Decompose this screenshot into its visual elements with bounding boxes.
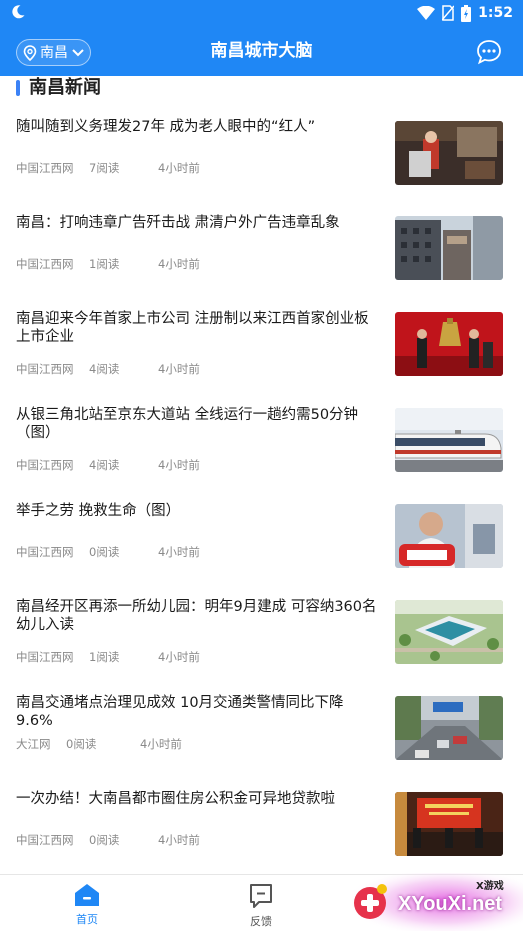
watermark-text: XYouXi.net	[398, 893, 503, 915]
section-title: 南昌新闻	[29, 77, 101, 98]
news-reads: 1阅读	[89, 257, 120, 271]
news-source: 中国江西网	[16, 161, 74, 175]
news-reads: 4阅读	[89, 458, 120, 472]
news-time: 4小时前	[158, 545, 200, 559]
news-title: 南昌：打响违章广告歼击战 肃清户外广告违章乱象	[16, 215, 340, 231]
news-source: 中国江西网	[16, 458, 74, 472]
news-time: 4小时前	[158, 257, 200, 271]
site-watermark: X游戏 XYouXi.net	[352, 873, 523, 931]
watermark-sub: X游戏	[476, 881, 504, 892]
news-meta: 中国江西网 4阅读 4小时前	[16, 362, 200, 376]
news-thumbnail	[395, 792, 503, 856]
feedback-icon	[250, 884, 272, 908]
news-reads: 0阅读	[66, 737, 97, 751]
news-title: 南昌交通堵点治理见成效 10月交通类警情同比下降9.6%	[16, 695, 344, 729]
battery-icon	[461, 4, 472, 22]
news-item[interactable]: 南昌交通堵点治理见成效 10月交通类警情同比下降9.6% 大江网 0阅读 4小时前	[0, 694, 523, 790]
news-meta: 中国江西网 4阅读 4小时前	[16, 458, 200, 472]
news-item[interactable]: 南昌经开区再添一所幼儿园：明年9月建成 可容纳360名幼儿入读 中国江西网 1阅读…	[0, 598, 523, 694]
news-reads: 1阅读	[89, 650, 120, 664]
news-meta: 中国江西网 0阅读 4小时前	[16, 545, 200, 559]
wifi-icon	[417, 6, 436, 20]
news-title: 南昌经开区再添一所幼儿园：明年9月建成 可容纳360名幼儿入读	[16, 599, 377, 633]
news-reads: 0阅读	[89, 545, 120, 559]
tab-feedback[interactable]: 反馈	[231, 883, 291, 929]
tab-home-label: 首页	[76, 913, 98, 926]
app-title: 南昌城市大脑	[210, 41, 313, 61]
tab-feedback-label: 反馈	[250, 915, 272, 928]
news-meta: 中国江西网 1阅读 4小时前	[16, 650, 200, 664]
news-item[interactable]: 从银三角北站至京东大道站 全线运行一趟约需50分钟（图） 中国江西网 4阅读 4小时…	[0, 406, 523, 502]
section-accent-bar	[16, 80, 20, 96]
news-item[interactable]: 举手之劳 挽救生命（图） 中国江西网 0阅读 4小时前	[0, 502, 523, 598]
chat-bubble-icon[interactable]	[475, 38, 503, 66]
status-bar: 1:52	[0, 0, 523, 26]
news-title: 一次办结！大南昌都市圈住房公积金可异地贷款啦	[16, 791, 335, 807]
app-bar: 南昌 南昌城市大脑	[0, 26, 523, 76]
news-time: 4小时前	[158, 458, 200, 472]
news-thumbnail	[395, 600, 503, 664]
news-source: 中国江西网	[16, 362, 74, 376]
news-time: 4小时前	[158, 161, 200, 175]
news-time: 4小时前	[140, 737, 182, 751]
news-source: 中国江西网	[16, 650, 74, 664]
news-source: 大江网	[16, 737, 51, 751]
news-reads: 4阅读	[89, 362, 120, 376]
news-source: 中国江西网	[16, 545, 74, 559]
news-item[interactable]: 南昌迎来今年首家上市公司 注册制以来江西首家创业板上市企业 中国江西网 4阅读 4小…	[0, 310, 523, 406]
section-header: 南昌新闻	[16, 76, 101, 100]
news-title: 举手之劳 挽救生命（图）	[16, 503, 181, 519]
news-meta: 中国江西网 0阅读 4小时前	[16, 833, 200, 847]
news-time: 4小时前	[158, 362, 200, 376]
news-meta: 中国江西网 1阅读 4小时前	[16, 257, 200, 271]
news-title: 南昌迎来今年首家上市公司 注册制以来江西首家创业板上市企业	[16, 311, 369, 345]
news-thumbnail	[395, 408, 503, 472]
do-not-disturb-moon-icon	[12, 5, 25, 19]
news-thumbnail	[395, 121, 503, 185]
news-feed[interactable]: 南昌新闻 随叫随到义务理发27年 成为老人眼中的“红人” 中国江西网 7阅读 4小时…	[0, 76, 523, 874]
news-thumbnail	[395, 696, 503, 760]
news-meta: 中国江西网 7阅读 4小时前	[16, 161, 200, 175]
news-source: 中国江西网	[16, 833, 74, 847]
news-reads: 0阅读	[89, 833, 120, 847]
news-meta: 大江网 0阅读 4小时前	[16, 737, 182, 751]
news-thumbnail	[395, 504, 503, 568]
status-time: 1:52	[478, 5, 513, 21]
no-sim-icon	[442, 5, 455, 21]
news-source: 中国江西网	[16, 257, 74, 271]
tab-home[interactable]: 首页	[57, 883, 117, 927]
news-item[interactable]: 南昌：打响违章广告歼击战 肃清户外广告违章乱象 中国江西网 1阅读 4小时前	[0, 214, 523, 310]
news-item[interactable]: 一次办结！大南昌都市圈住房公积金可异地贷款啦 中国江西网 0阅读 4小时前	[0, 790, 523, 874]
news-time: 4小时前	[158, 650, 200, 664]
news-thumbnail	[395, 312, 503, 376]
news-title: 随叫随到义务理发27年 成为老人眼中的“红人”	[16, 119, 316, 135]
home-icon	[75, 884, 99, 906]
news-title: 从银三角北站至京东大道站 全线运行一趟约需50分钟（图）	[16, 407, 359, 441]
news-reads: 7阅读	[89, 161, 120, 175]
news-item[interactable]: 随叫随到义务理发27年 成为老人眼中的“红人” 中国江西网 7阅读 4小时前	[0, 118, 523, 214]
news-thumbnail	[395, 216, 503, 280]
news-time: 4小时前	[158, 833, 200, 847]
